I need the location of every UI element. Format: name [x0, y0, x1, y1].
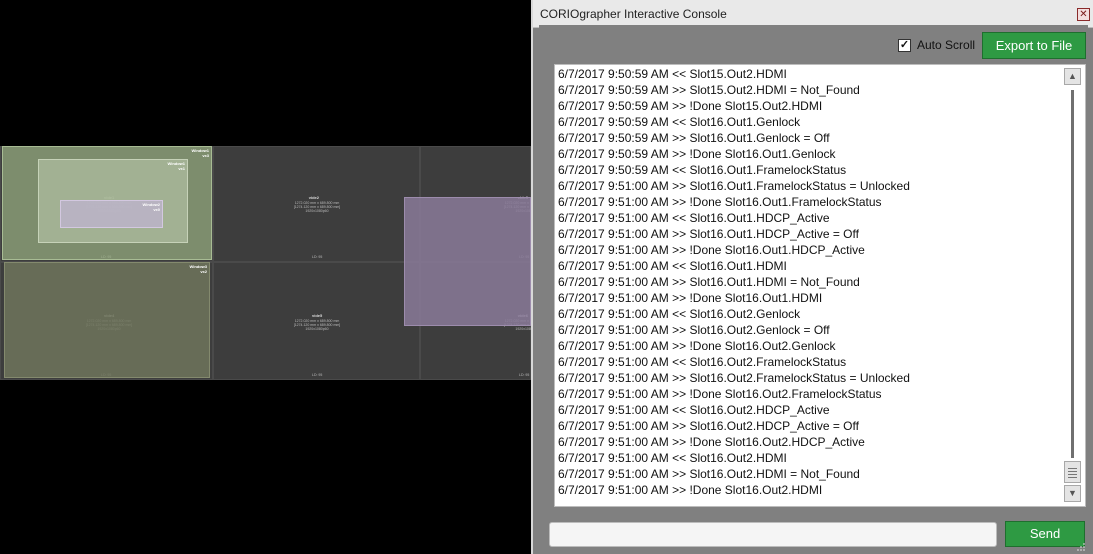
log-line: 6/7/2017 9:51:00 AM >> !Done Slot16.Out1…	[558, 291, 823, 305]
display-name: vide5	[312, 313, 323, 318]
log-line: 6/7/2017 9:51:00 AM >> !Done Slot16.Out1…	[558, 195, 882, 209]
window-layer[interactable]	[404, 197, 531, 326]
display-footer: LD: 95	[519, 373, 530, 377]
log-line: 6/7/2017 9:51:00 AM >> Slot16.Out1.HDMI …	[558, 275, 860, 289]
log-line: 6/7/2017 9:50:59 AM << Slot16.Out1.Genlo…	[558, 115, 801, 129]
send-button[interactable]: Send	[1005, 521, 1085, 547]
log-line: 6/7/2017 9:51:00 AM << Slot16.Out2.Frame…	[558, 355, 847, 369]
export-to-file-button[interactable]: Export to File	[982, 32, 1086, 59]
checkbox-checked-icon[interactable]: ✓	[898, 38, 911, 52]
window-label: Window1 vx3	[191, 148, 209, 158]
log-line: 6/7/2017 9:51:00 AM >> !Done Slot16.Out2…	[558, 387, 882, 401]
auto-scroll-label: Auto Scroll	[917, 38, 976, 52]
window-label: Window2 vx0	[142, 202, 160, 212]
resize-grip-icon[interactable]	[1076, 542, 1086, 552]
display-name: vide2	[308, 195, 319, 200]
video-wall-preview[interactable]: vide1 1272.020 mm x 689.800 mm [1274.120…	[0, 0, 531, 554]
log-line: 6/7/2017 9:51:00 AM >> !Done Slot16.Out2…	[558, 483, 823, 497]
log-line: 6/7/2017 9:50:59 AM << Slot15.Out2.HDMI	[558, 67, 787, 81]
window-layer[interactable]: Window3 vx2	[4, 262, 210, 378]
display-tile[interactable]: vide5 1272.020 mm x 689.800 mm [1274.120…	[213, 262, 420, 380]
interactive-console-window: CORIOgrapher Interactive Console ✕ ✓ Aut…	[531, 0, 1093, 554]
video-wall: vide1 1272.020 mm x 689.800 mm [1274.120…	[0, 146, 531, 380]
log-line: 6/7/2017 9:50:59 AM << Slot16.Out1.Frame…	[558, 163, 847, 177]
log-line: 6/7/2017 9:50:59 AM >> !Done Slot15.Out2…	[558, 99, 823, 113]
console-body: ✓ Auto Scroll Export to File 6/7/2017 9:…	[539, 25, 1088, 554]
log-line: 6/7/2017 9:51:00 AM >> Slot16.Out1.Frame…	[558, 179, 910, 193]
window-label: Window1 vx1	[167, 161, 185, 171]
log-line: 6/7/2017 9:51:00 AM >> !Done Slot16.Out1…	[558, 243, 865, 257]
display-info: 1272.020 mm x 689.800 mm [1274.120 mm x …	[293, 319, 341, 331]
window-title: CORIOgrapher Interactive Console	[540, 7, 727, 21]
log-line: 6/7/2017 9:51:00 AM >> Slot16.Out1.HDCP_…	[558, 227, 859, 241]
display-footer: LD: 95	[312, 255, 323, 259]
log-line: 6/7/2017 9:51:00 AM << Slot16.Out2.HDMI	[558, 451, 787, 465]
display-info: 1272.020 mm x 689.800 mm [1274.120 mm x …	[293, 201, 341, 213]
auto-scroll-toggle[interactable]: ✓ Auto Scroll	[898, 37, 975, 53]
log-line: 6/7/2017 9:51:00 AM << Slot16.Out2.HDCP_…	[558, 403, 830, 417]
log-line: 6/7/2017 9:51:00 AM >> !Done Slot16.Out2…	[558, 435, 865, 449]
log-line: 6/7/2017 9:51:00 AM >> !Done Slot16.Out2…	[558, 339, 836, 353]
log-line: 6/7/2017 9:50:59 AM >> Slot16.Out1.Genlo…	[558, 131, 830, 145]
log-line: 6/7/2017 9:50:59 AM >> Slot15.Out2.HDMI …	[558, 83, 860, 97]
log-line: 6/7/2017 9:51:00 AM << Slot16.Out1.HDCP_…	[558, 211, 830, 225]
log-line: 6/7/2017 9:51:00 AM >> Slot16.Out2.Genlo…	[558, 323, 830, 337]
scroll-thumb[interactable]	[1064, 461, 1081, 483]
display-tile[interactable]: vide2 1272.020 mm x 689.800 mm [1274.120…	[213, 146, 420, 262]
log-line: 6/7/2017 9:51:00 AM >> Slot16.Out2.Frame…	[558, 371, 910, 385]
scroll-up-icon[interactable]: ▲	[1064, 68, 1081, 85]
close-icon[interactable]: ✕	[1077, 8, 1090, 21]
vertical-scrollbar[interactable]: ▲ ▼	[1064, 68, 1081, 502]
scroll-track[interactable]	[1071, 90, 1074, 458]
log-line: 6/7/2017 9:51:00 AM << Slot16.Out2.Genlo…	[558, 307, 801, 321]
log-line: 6/7/2017 9:51:00 AM << Slot16.Out1.HDMI	[558, 259, 787, 273]
log-line: 6/7/2017 9:50:59 AM >> !Done Slot16.Out1…	[558, 147, 836, 161]
command-input[interactable]	[549, 522, 997, 547]
window-layer[interactable]: Window2 vx0	[60, 200, 163, 228]
scroll-down-icon[interactable]: ▼	[1064, 485, 1081, 502]
log-line: 6/7/2017 9:51:00 AM >> Slot16.Out2.HDMI …	[558, 467, 860, 481]
console-log[interactable]: 6/7/2017 9:50:59 AM << Slot15.Out2.HDMI 6…	[554, 64, 1086, 507]
display-footer: LD: 95	[312, 373, 323, 377]
window-label: Window3 vx2	[189, 264, 207, 274]
log-line: 6/7/2017 9:51:00 AM >> Slot16.Out2.HDCP_…	[558, 419, 859, 433]
log-lines: 6/7/2017 9:50:59 AM << Slot15.Out2.HDMI 6…	[558, 66, 1053, 498]
screen: vide1 1272.020 mm x 689.800 mm [1274.120…	[0, 0, 1093, 554]
title-bar[interactable]: CORIOgrapher Interactive Console ✕	[533, 0, 1093, 28]
